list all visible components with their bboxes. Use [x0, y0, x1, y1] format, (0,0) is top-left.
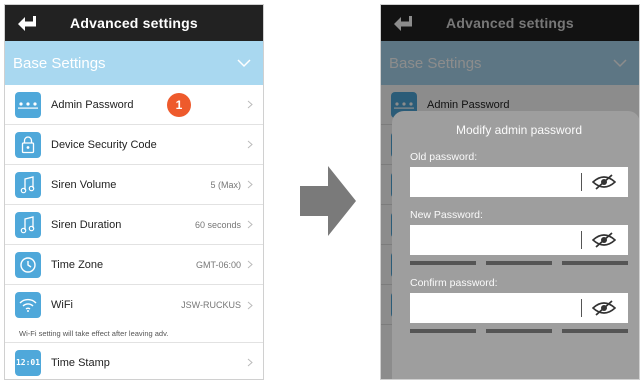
chevron-right-icon	[247, 100, 253, 109]
page-title: Advanced settings	[70, 15, 198, 31]
section-header-base-settings[interactable]: Base Settings	[5, 41, 263, 85]
digital-clock-icon: 12:01	[15, 349, 41, 376]
wifi-icon	[15, 292, 41, 318]
music-note-icon	[15, 171, 41, 198]
section-title: Base Settings	[13, 54, 106, 72]
strength-segment	[562, 261, 628, 265]
modify-password-screen: Advanced settings Base Settings Admin Pa…	[380, 4, 640, 380]
row-value: GMT-06:00	[195, 259, 241, 270]
confirm-password-field-wrap	[410, 293, 628, 323]
strength-segment	[486, 329, 552, 333]
step-badge: 1	[167, 93, 191, 117]
transition-arrow-icon	[300, 166, 356, 236]
digital-clock-glyph: 12:01	[15, 358, 41, 367]
top-bar: Advanced settings	[5, 5, 263, 41]
row-label: Admin Password	[51, 98, 134, 111]
new-password-label: New Password:	[410, 209, 483, 221]
field-divider	[581, 173, 582, 191]
row-value: 60 seconds	[194, 219, 241, 230]
dots-icon	[15, 91, 41, 118]
chevron-right-icon	[247, 220, 253, 229]
old-password-label: Old password:	[410, 151, 478, 163]
settings-row-admin-password[interactable]: Admin Password 1	[5, 85, 263, 125]
settings-screen: Advanced settings Base Settings Admin Pa…	[4, 4, 264, 380]
chevron-right-icon	[247, 358, 253, 367]
settings-row-device-security-code[interactable]: Device Security Code	[5, 125, 263, 165]
settings-row-siren-volume[interactable]: Siren Volume 5 (Max)	[5, 165, 263, 205]
strength-segment	[410, 329, 476, 333]
chevron-right-icon	[247, 140, 253, 149]
lock-icon	[15, 131, 41, 158]
row-label: Time Stamp	[51, 356, 110, 369]
row-label: Time Zone	[51, 258, 104, 271]
eye-slash-icon[interactable]	[592, 300, 616, 316]
settings-row-wifi[interactable]: WiFi JSW-RUCKUS	[5, 285, 263, 325]
settings-row-time-stamp[interactable]: 12:01 Time Stamp	[5, 343, 263, 379]
wifi-note: Wi-Fi setting will take effect after lea…	[5, 325, 263, 343]
settings-row-siren-duration[interactable]: Siren Duration 60 seconds	[5, 205, 263, 245]
strength-segment	[562, 329, 628, 333]
row-label: WiFi	[51, 299, 73, 311]
chevron-right-icon	[247, 260, 253, 269]
row-value: 5 (Max)	[210, 179, 241, 190]
strength-segment	[410, 261, 476, 265]
music-note-icon	[15, 211, 41, 238]
chevron-down-icon	[237, 58, 251, 67]
strength-segment	[486, 261, 552, 265]
confirm-password-input[interactable]	[410, 293, 575, 323]
row-label: Siren Volume	[51, 178, 117, 191]
old-password-field-wrap	[410, 167, 628, 197]
new-password-field-wrap	[410, 225, 628, 255]
chevron-right-icon	[247, 180, 253, 189]
confirm-strength-meter	[410, 329, 628, 333]
field-divider	[581, 231, 582, 249]
row-label: Device Security Code	[51, 138, 157, 151]
modify-password-dialog: Modify admin password Old password: New …	[392, 111, 639, 379]
chevron-right-icon	[247, 301, 253, 309]
clock-icon	[15, 251, 41, 278]
confirm-password-label: Confirm password:	[410, 277, 498, 289]
row-value: JSW-RUCKUS	[181, 300, 241, 310]
back-arrow-icon[interactable]	[15, 12, 39, 34]
new-password-input[interactable]	[410, 225, 575, 255]
old-password-input[interactable]	[410, 167, 575, 197]
password-strength-meter	[410, 261, 628, 265]
settings-row-time-zone[interactable]: Time Zone GMT-06:00	[5, 245, 263, 285]
row-label: Siren Duration	[51, 218, 122, 231]
eye-slash-icon[interactable]	[592, 174, 616, 190]
eye-slash-icon[interactable]	[592, 232, 616, 248]
field-divider	[581, 299, 582, 317]
dialog-title: Modify admin password	[455, 123, 583, 137]
